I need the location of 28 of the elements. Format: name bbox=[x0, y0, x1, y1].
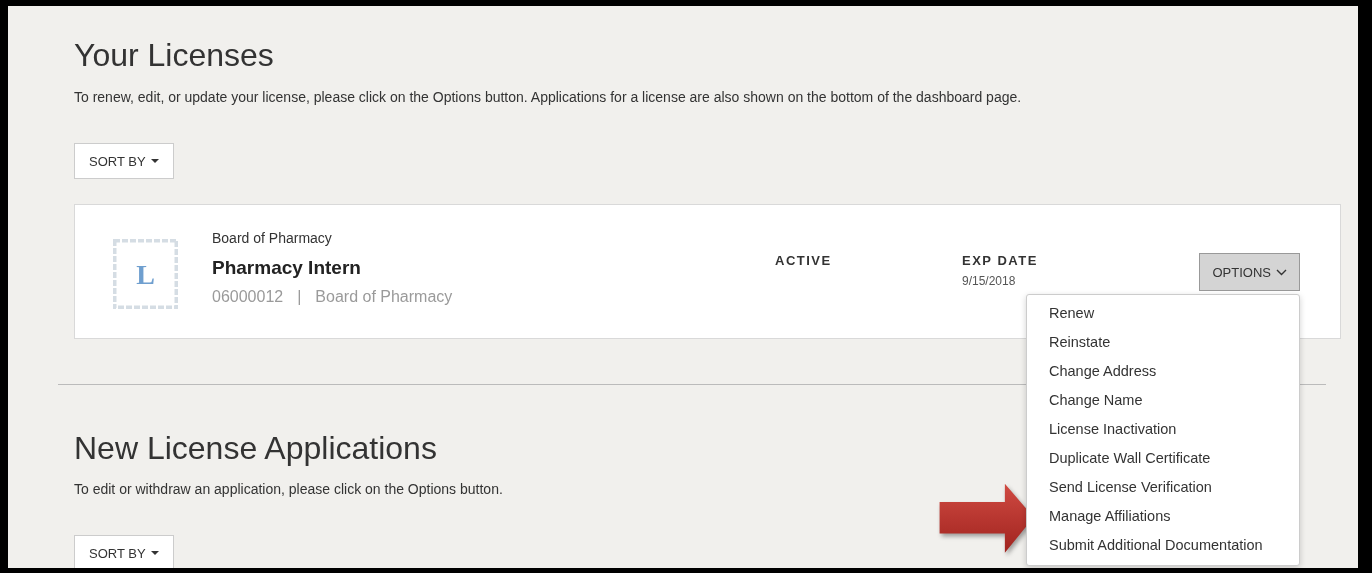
menu-item[interactable]: Change Address bbox=[1027, 357, 1299, 386]
section-description: To renew, edit, or update your license, please click on the Options button. Applications for a license are also shown on the bottom of the dashboard page. bbox=[74, 88, 1022, 106]
license-badge-icon: L bbox=[113, 239, 178, 309]
separator: | bbox=[297, 287, 302, 307]
exp-date: 9/15/2018 bbox=[962, 274, 1017, 288]
menu-item[interactable]: Change Name bbox=[1027, 386, 1299, 415]
menu-item[interactable]: Renew bbox=[1027, 299, 1299, 328]
options-button[interactable]: OPTIONS bbox=[1199, 253, 1300, 291]
license-status: ACTIVE bbox=[775, 253, 833, 268]
section-description: To edit or withdraw an application, please click on the Options button. bbox=[74, 480, 503, 498]
sort-by-button[interactable]: SORT BY bbox=[74, 535, 174, 568]
menu-item[interactable]: Manage Affiliations bbox=[1027, 502, 1299, 531]
chevron-icon bbox=[1276, 268, 1287, 276]
section-title: New License Applications bbox=[74, 429, 437, 467]
sort-by-button[interactable]: SORT BY bbox=[74, 143, 174, 179]
section-title: Your Licenses bbox=[74, 36, 274, 74]
board-name: Board of Pharmacy bbox=[212, 229, 333, 247]
menu-item[interactable]: Reinstate bbox=[1027, 328, 1299, 357]
menu-item[interactable]: Send License Verification bbox=[1027, 473, 1299, 502]
menu-item[interactable]: Submit Additional Documentation bbox=[1027, 531, 1299, 560]
exp-date-label: EXP DATE bbox=[962, 253, 1039, 268]
menu-item[interactable]: License Inactivation bbox=[1027, 415, 1299, 444]
caret-icon bbox=[150, 158, 159, 164]
board-name: Board of Pharmacy bbox=[315, 287, 453, 307]
license-name: Pharmacy Intern bbox=[212, 256, 362, 280]
license-number: 06000012 bbox=[212, 287, 284, 307]
caret-icon bbox=[150, 550, 159, 556]
menu-item[interactable]: Duplicate Wall Certificate bbox=[1027, 444, 1299, 473]
